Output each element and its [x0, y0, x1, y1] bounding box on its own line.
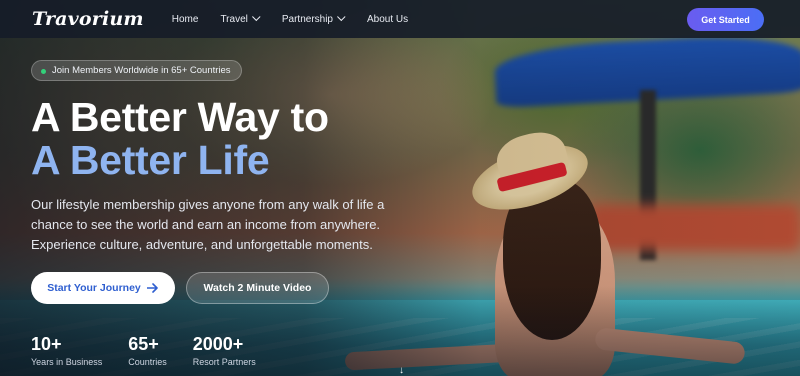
stat-label: Resort Partners: [192, 357, 256, 367]
nav-item-label: About Us: [367, 13, 409, 25]
watch-video-label: Watch 2 Minute Video: [203, 282, 312, 294]
stat-value: 2000+: [192, 334, 244, 354]
hero-description: Our lifestyle membership gives anyone fr…: [31, 197, 385, 252]
members-badge: Join Members Worldwide in 65+ Countries: [31, 60, 242, 81]
stat-value: 65+: [128, 334, 159, 354]
nav-item-travel[interactable]: Travel: [220, 12, 261, 25]
stat-item: 10+ Years in Business: [31, 334, 102, 367]
hero-title-line2: A Better Life: [31, 137, 270, 183]
scroll-down-icon[interactable]: ↓: [399, 366, 409, 376]
stat-item: 2000+ Resort Partners: [193, 334, 256, 367]
stats-row: 10+ Years in Business 65+ Countries 2000…: [31, 334, 256, 367]
stat-label: Countries: [128, 357, 167, 367]
nav-item-partnership[interactable]: Partnership: [281, 12, 346, 25]
start-journey-button[interactable]: Start Your Journey: [31, 272, 175, 304]
nav-item-label: Home: [171, 13, 199, 25]
chevron-down-icon: [251, 12, 261, 22]
stat-value: 10+: [31, 334, 62, 354]
hero-background: [0, 0, 800, 376]
nav-item-label: Partnership: [281, 13, 333, 25]
nav-item-label: Travel: [220, 13, 248, 25]
chevron-down-icon: [337, 12, 346, 22]
stat-label: Years in Business: [31, 357, 103, 367]
arrow-right-icon: [146, 283, 158, 293]
stat-item: 65+ Countries: [128, 334, 167, 367]
hero-title-line1: A Better Way to: [31, 94, 329, 140]
start-journey-label: Start Your Journey: [47, 282, 141, 294]
top-navbar: Travorium Home Travel Partnership About …: [0, 0, 800, 38]
nav-item-home[interactable]: Home: [172, 14, 199, 25]
nav-item-about-us[interactable]: About Us: [367, 14, 408, 25]
get-started-button[interactable]: Get Started: [687, 8, 764, 31]
watch-video-button[interactable]: Watch 2 Minute Video: [186, 272, 329, 304]
badge-text: Join Members Worldwide in 65+ Countries: [52, 65, 231, 76]
logo[interactable]: Travorium: [32, 8, 144, 30]
status-dot-icon: [41, 69, 46, 74]
